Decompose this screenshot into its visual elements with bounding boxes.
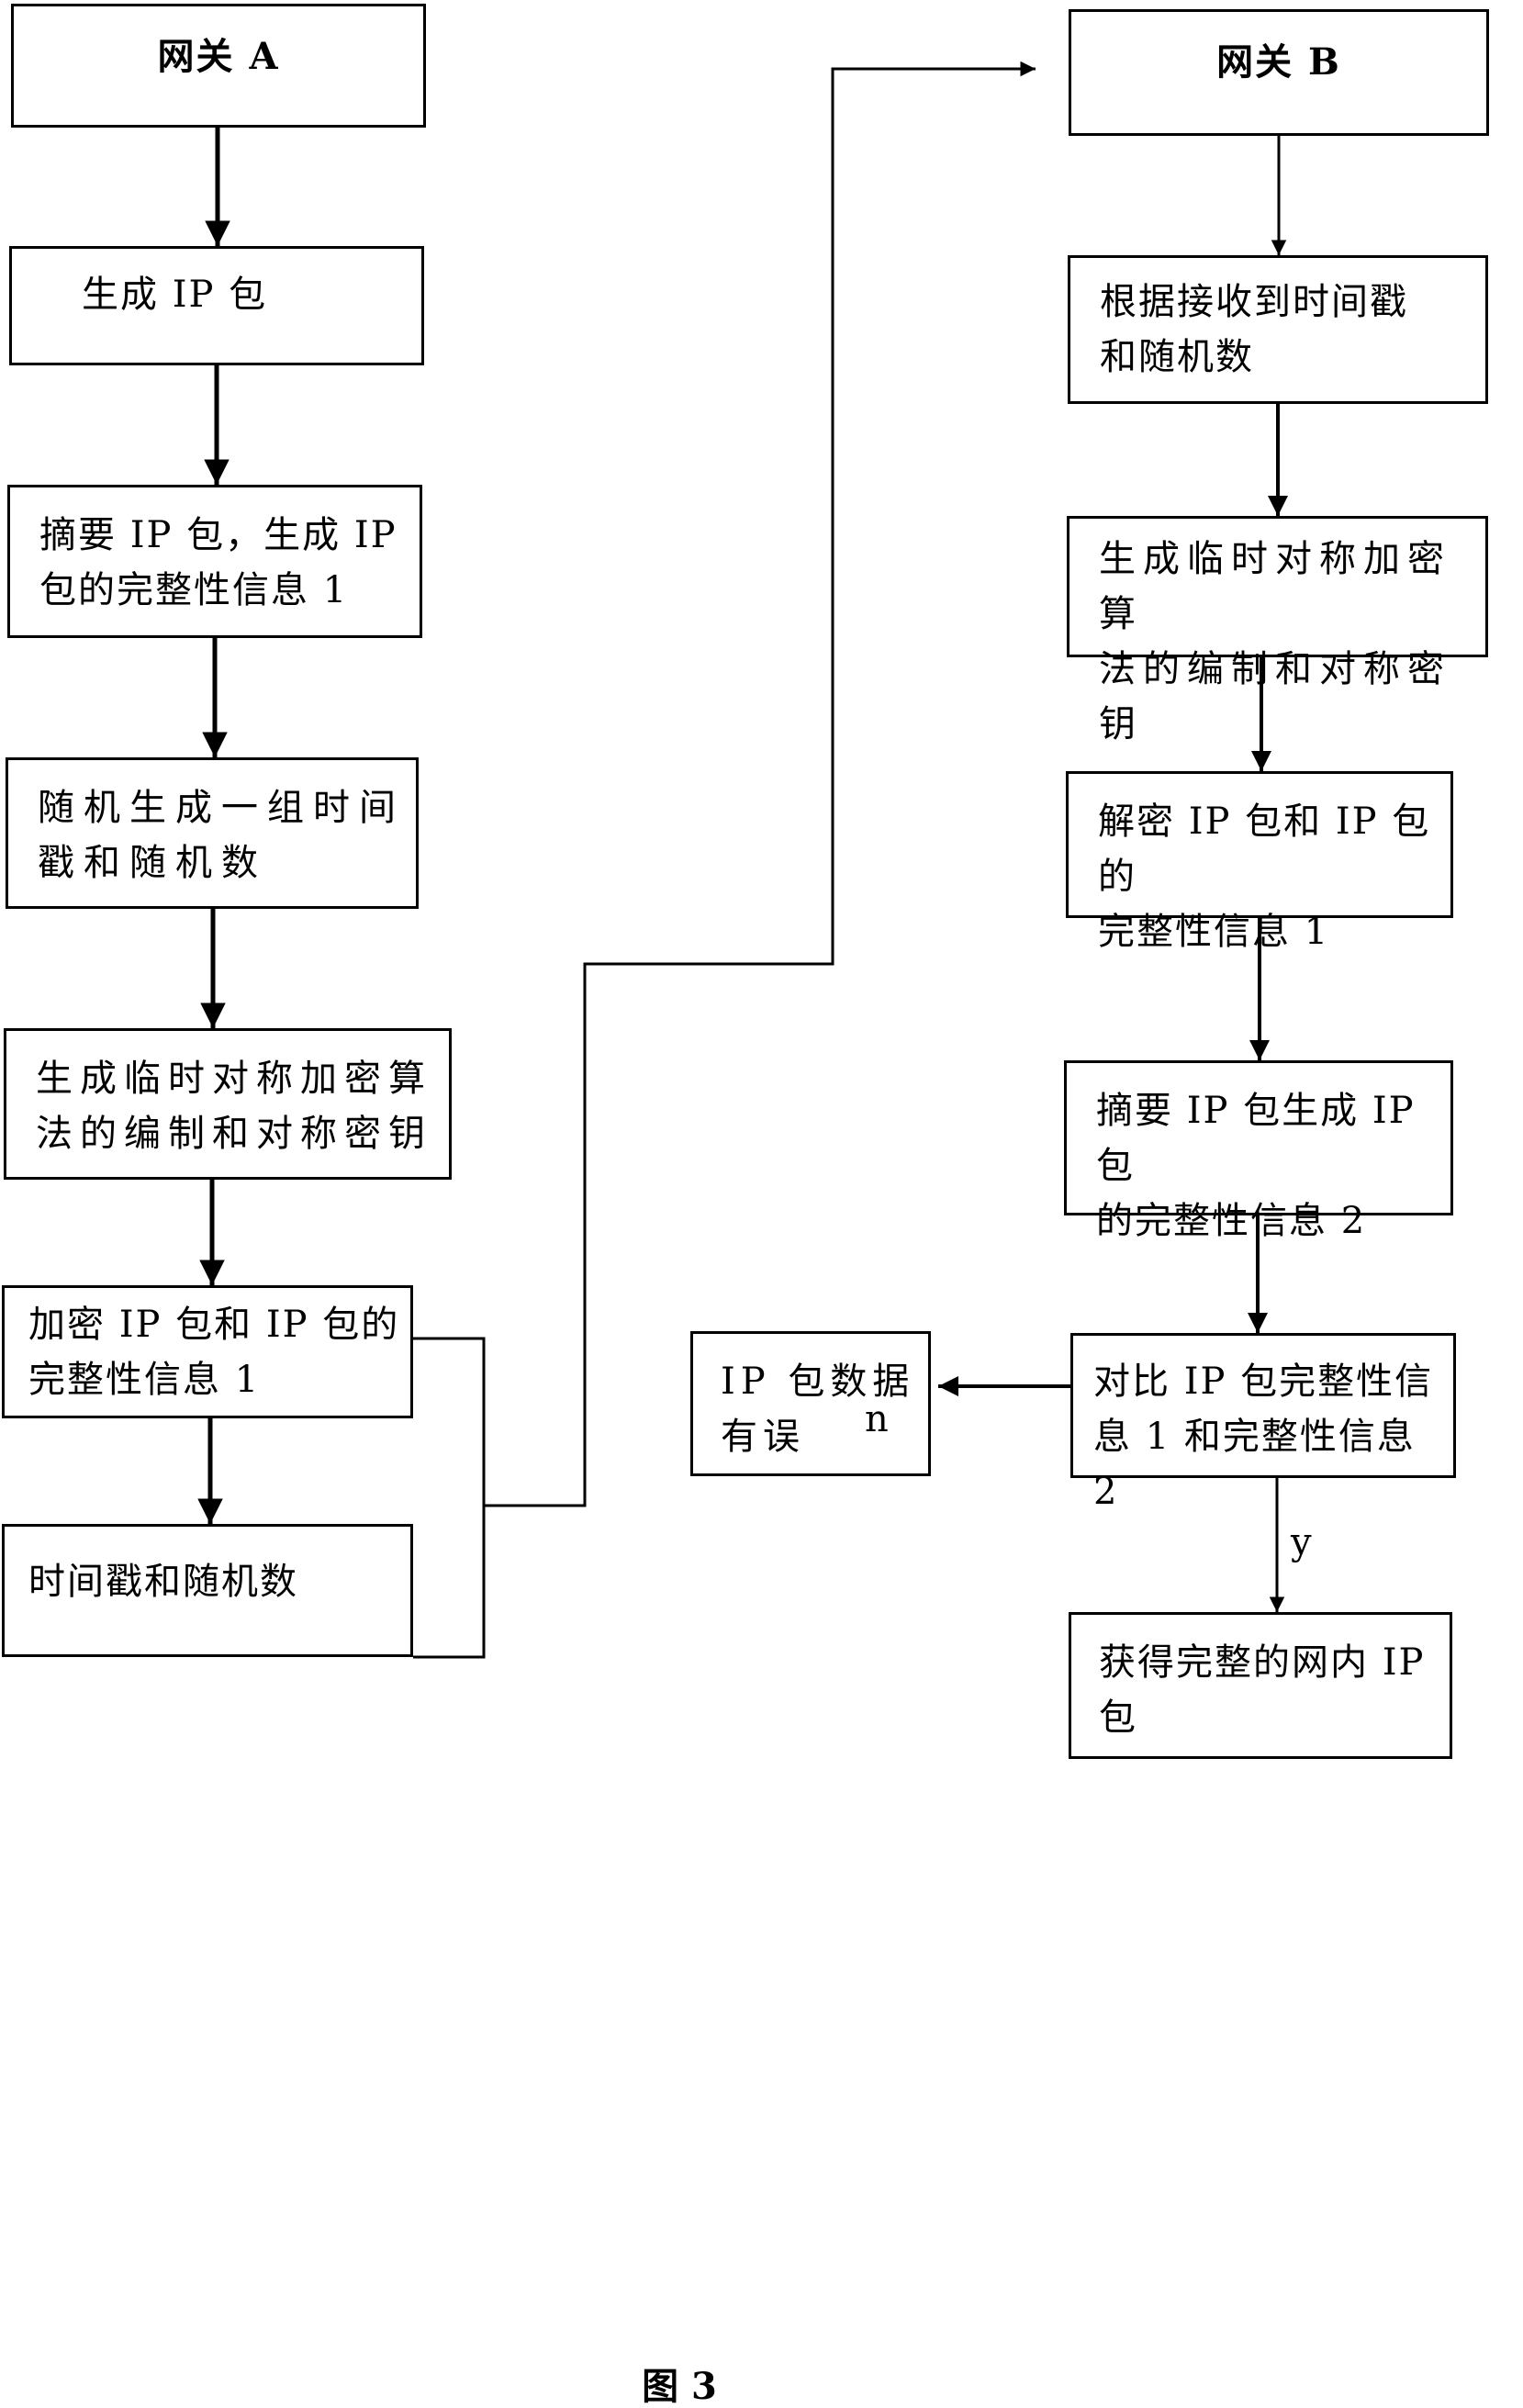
branch-yes-label: y	[1291, 1521, 1312, 1563]
decision-b5-node: 对比 IP 包完整性信 息 1 和完整性信息 2	[1070, 1333, 1456, 1513]
result-error-label: IP 包数据 有误	[721, 1361, 915, 1458]
connector-a-to-b	[484, 61, 1036, 1507]
step-a4-label: 生成临时对称加密算 法的编制和对称密钥	[36, 1058, 432, 1155]
decision-b5-label: 对比 IP 包完整性信 息 1 和完整性信息 2	[1093, 1361, 1434, 1513]
gateway-a-node: 网关 A	[11, 4, 426, 128]
result-success-node: 获得完整的网内 IP 包	[1069, 1612, 1452, 1759]
gateway-b-node: 网关 B	[1069, 9, 1489, 136]
connector-bracket-a5-a6	[413, 1337, 486, 1659]
step-a2-label: 摘要 IP 包，生成 IP 包的完整性信息 1	[39, 514, 398, 611]
step-b1-label: 根据接收到时间戳 和随机数	[1100, 281, 1408, 378]
result-success-label: 获得完整的网内 IP 包	[1099, 1641, 1426, 1739]
step-b2-node: 生成临时对称加密算 法的编制和对称密钥	[1067, 516, 1488, 745]
step-b3-node: 解密 IP 包和 IP 包的 完整性信息 1	[1066, 771, 1453, 953]
step-b4-label: 摘要 IP 包生成 IP 包 的完整性信息 2	[1096, 1090, 1416, 1242]
step-b2-label: 生成临时对称加密算 法的编制和对称密钥	[1099, 538, 1451, 745]
step-a5-label: 加密 IP 包和 IP 包的 完整性信息 1	[28, 1304, 400, 1401]
figure-caption: 图 3	[642, 2365, 717, 2408]
step-b1-node: 根据接收到时间戳 和随机数	[1068, 255, 1488, 404]
step-a6-node: 时间戳和随机数	[2, 1524, 413, 1657]
step-b3-label: 解密 IP 包和 IP 包的 完整性信息 1	[1098, 801, 1431, 953]
result-error-node: IP 包数据 有误	[690, 1331, 931, 1476]
step-a1-label: 生成 IP 包	[82, 274, 268, 316]
gateway-b-title: 网关 B	[1216, 40, 1341, 84]
step-a4-node: 生成临时对称加密算 法的编制和对称密钥	[4, 1028, 452, 1180]
step-a3-node: 随机生成一组时间 戳和随机数	[6, 757, 419, 909]
step-a6-label: 时间戳和随机数	[28, 1561, 298, 1603]
step-a1-node: 生成 IP 包	[9, 246, 424, 365]
step-a3-label: 随机生成一组时间 戳和随机数	[38, 787, 405, 884]
step-b4-node: 摘要 IP 包生成 IP 包 的完整性信息 2	[1064, 1060, 1453, 1242]
gateway-a-title: 网关 A	[157, 35, 280, 78]
flowchart: 网关 A 生成 IP 包 摘要 IP 包，生成 IP 包的完整性信息 1 随机生…	[0, 0, 1523, 2408]
step-a5-node: 加密 IP 包和 IP 包的 完整性信息 1	[2, 1285, 413, 1418]
step-a2-node: 摘要 IP 包，生成 IP 包的完整性信息 1	[7, 485, 422, 638]
branch-no-label: n	[865, 1398, 889, 1440]
